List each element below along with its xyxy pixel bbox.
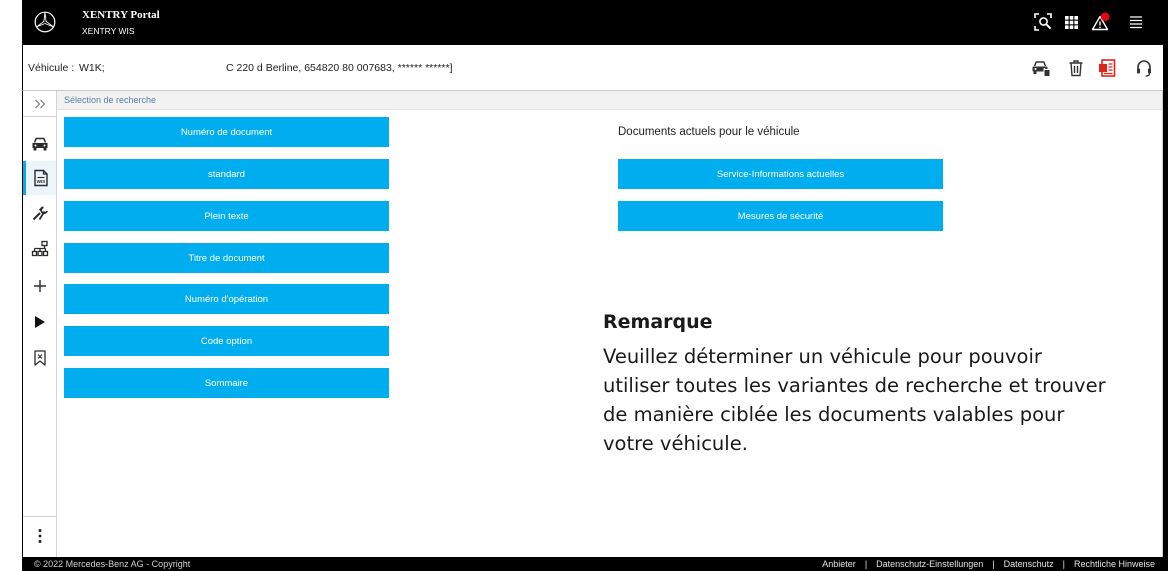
sidebar-item-bookmarks[interactable] bbox=[23, 341, 56, 375]
warning-icon[interactable] bbox=[1091, 12, 1111, 32]
copyright: © 2022 Mercedes-Benz AG - Copyright bbox=[34, 559, 191, 569]
search-summary-button[interactable]: Sommaire bbox=[64, 368, 389, 398]
search-code-option-button[interactable]: Code option bbox=[64, 326, 389, 356]
menu-icon[interactable] bbox=[1126, 12, 1146, 32]
current-service-info-button[interactable]: Service-Informations actuelles bbox=[618, 159, 943, 189]
headset-icon[interactable] bbox=[1134, 58, 1154, 78]
sidebar-more-button[interactable] bbox=[23, 521, 56, 551]
footer-link-privacy-settings[interactable]: Datenschutz-Einstellungen bbox=[876, 557, 983, 571]
sidebar-item-wis[interactable]: WIS bbox=[23, 161, 56, 195]
window-frame-right bbox=[1163, 0, 1168, 571]
vehicle-description: C 220 d Berline, 654820 80 007683, *****… bbox=[226, 62, 453, 74]
wis-document-icon: WIS bbox=[34, 169, 48, 187]
note-text: Veuillez déterminer un véhicule pour pou… bbox=[603, 342, 1106, 458]
app-title: XENTRY Portal bbox=[82, 9, 160, 21]
note-title: Remarque bbox=[603, 311, 713, 333]
sidebar-expand-button[interactable] bbox=[23, 91, 56, 117]
sidebar-item-add[interactable] bbox=[23, 269, 56, 303]
note-line: utiliser toutes les variantes de recherc… bbox=[603, 374, 1106, 397]
vehicle-bar: Véhicule : W1K; C 220 d Berline, 654820 … bbox=[22, 45, 1163, 91]
wis-icon-label: WIS bbox=[37, 179, 46, 184]
footer-separator: | bbox=[1062, 559, 1065, 569]
vehicle-label: Véhicule : bbox=[28, 62, 75, 74]
footer-link-anbieter[interactable]: Anbieter bbox=[822, 557, 856, 571]
search-operation-number-button[interactable]: Numéro d'opération bbox=[64, 284, 389, 314]
more-vertical-icon bbox=[38, 529, 41, 543]
sidebar-item-play[interactable] bbox=[23, 305, 56, 339]
safety-measures-button[interactable]: Mesures de sécurité bbox=[618, 201, 943, 231]
footer-links: Anbieter | Datenschutz-Einstellungen | D… bbox=[822, 557, 1155, 571]
car-icon bbox=[32, 137, 47, 151]
car-icon[interactable] bbox=[1031, 58, 1051, 78]
bookmark-icon bbox=[33, 350, 46, 366]
double-chevron-right-icon bbox=[34, 99, 45, 108]
section-title: Sélection de recherche bbox=[64, 95, 157, 105]
section-header: Sélection de recherche bbox=[57, 91, 1162, 110]
search-standard-button[interactable]: standard bbox=[64, 159, 389, 189]
sidebar-divider bbox=[23, 516, 56, 517]
search-full-text-button[interactable]: Plein texte bbox=[64, 201, 389, 231]
vehicle-vin: W1K; bbox=[79, 62, 105, 74]
note-line: de manière ciblée les documents valables… bbox=[603, 403, 1065, 426]
scan-icon[interactable] bbox=[1033, 12, 1053, 32]
apps-grid-icon[interactable] bbox=[1061, 12, 1081, 32]
tools-icon bbox=[32, 206, 48, 221]
document-red-icon[interactable] bbox=[1097, 58, 1117, 78]
app-subtitle: XENTRY WIS bbox=[82, 26, 135, 36]
search-document-title-button[interactable]: Titre de document bbox=[64, 243, 389, 273]
app-header: XENTRY Portal XENTRY WIS bbox=[22, 0, 1168, 45]
note-line: votre véhicule. bbox=[603, 432, 748, 455]
plus-icon bbox=[33, 280, 46, 292]
sidebar-item-network[interactable] bbox=[23, 232, 56, 266]
main-content: Sélection de recherche Numéro de documen… bbox=[57, 91, 1163, 557]
play-icon bbox=[34, 316, 45, 328]
current-docs-title: Documents actuels pour le véhicule bbox=[618, 126, 800, 138]
note-line: Veuillez déterminer un véhicule pour pou… bbox=[603, 345, 1042, 368]
sidebar-item-tools[interactable] bbox=[23, 196, 56, 230]
mercedes-star-logo bbox=[34, 11, 56, 33]
footer: © 2022 Mercedes-Benz AG - Copyright Anbi… bbox=[22, 557, 1168, 571]
search-document-number-button[interactable]: Numéro de document bbox=[64, 117, 389, 147]
sidebar: WIS bbox=[22, 91, 57, 557]
footer-link-privacy[interactable]: Datenschutz bbox=[1004, 557, 1054, 571]
footer-link-legal[interactable]: Rechtliche Hinweise bbox=[1074, 557, 1155, 571]
footer-separator: | bbox=[864, 559, 868, 569]
sidebar-item-vehicle[interactable] bbox=[23, 127, 56, 161]
trash-icon[interactable] bbox=[1066, 58, 1086, 78]
footer-separator: | bbox=[992, 559, 995, 569]
network-icon bbox=[31, 240, 48, 257]
